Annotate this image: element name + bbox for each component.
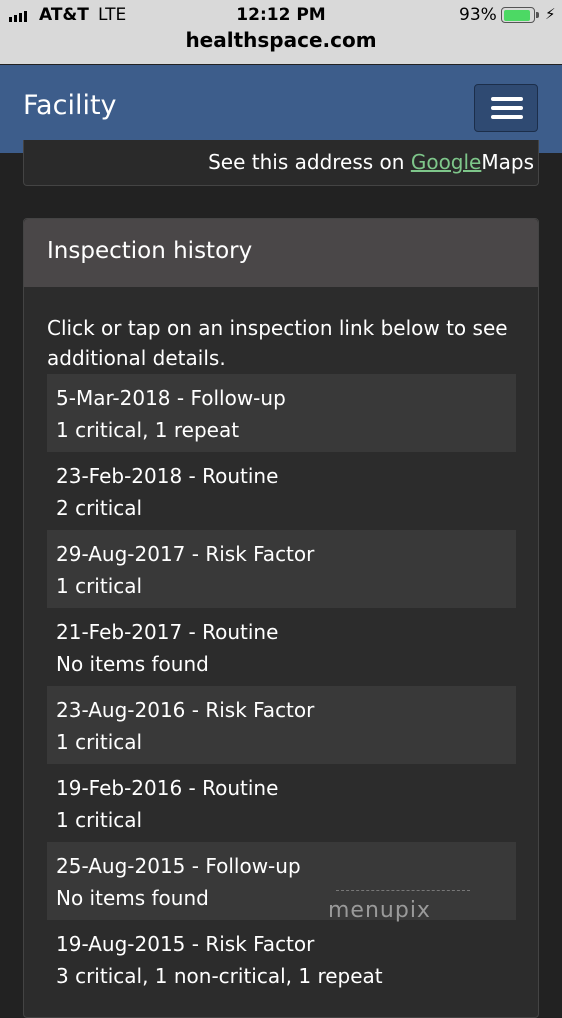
panel-heading: Inspection history	[24, 219, 538, 287]
watermark-rule	[336, 890, 470, 891]
inspection-summary: 1 critical	[56, 574, 143, 598]
inspection-summary: 1 critical	[56, 808, 143, 832]
inspection-date-type[interactable]: 19-Aug-2015 - Risk Factor	[56, 928, 507, 960]
inspection-date-type[interactable]: 5-Mar-2018 - Follow-up	[56, 382, 507, 414]
inspection-summary: 2 critical	[56, 496, 143, 520]
inspection-summary: No items found	[56, 652, 209, 676]
inspection-date-type[interactable]: 21-Feb-2017 - Routine	[56, 616, 507, 648]
bolt-icon: ⚡︎	[545, 5, 556, 23]
watermark-logo: menupix	[328, 898, 431, 923]
battery-icon	[501, 7, 539, 23]
inspection-date-type[interactable]: 19-Feb-2016 - Routine	[56, 772, 507, 804]
inspection-summary: No items found	[56, 886, 209, 910]
inspection-item[interactable]: 19-Feb-2016 - Routine 1 critical	[47, 764, 516, 842]
inspection-item[interactable]: 5-Mar-2018 - Follow-up 1 critical, 1 rep…	[47, 374, 516, 452]
inspection-item[interactable]: 19-Aug-2015 - Risk Factor 3 critical, 1 …	[47, 920, 516, 998]
inspection-summary: 1 critical, 1 repeat	[56, 418, 240, 442]
inspection-date-type[interactable]: 29-Aug-2017 - Risk Factor	[56, 538, 507, 570]
map-link-suffix: Maps	[481, 150, 534, 174]
map-link-prefix: See this address on	[208, 150, 405, 174]
panel-title: Inspection history	[47, 238, 253, 264]
inspection-item[interactable]: 29-Aug-2017 - Risk Factor 1 critical	[47, 530, 516, 608]
inspection-date-type[interactable]: 23-Aug-2016 - Risk Factor	[56, 694, 507, 726]
map-link-line: See this address on GoogleMaps	[208, 150, 534, 174]
battery-percent: 93%	[459, 5, 497, 25]
address-bar-url[interactable]: healthspace.com	[0, 28, 562, 52]
inspection-list: 5-Mar-2018 - Follow-up 1 critical, 1 rep…	[47, 374, 516, 998]
google-link[interactable]: Google	[411, 150, 482, 174]
inspection-date-type[interactable]: 23-Feb-2018 - Routine	[56, 460, 507, 492]
inspection-summary: 1 critical	[56, 730, 143, 754]
navbar-brand[interactable]: Facility	[23, 90, 117, 121]
inspection-item[interactable]: 21-Feb-2017 - Routine No items found	[47, 608, 516, 686]
inspection-date-type[interactable]: 25-Aug-2015 - Follow-up	[56, 850, 507, 882]
inspection-summary: 3 critical, 1 non-critical, 1 repeat	[56, 964, 383, 988]
intro-text: Click or tap on an inspection link below…	[47, 316, 508, 370]
inspection-item[interactable]: 23-Aug-2016 - Risk Factor 1 critical	[47, 686, 516, 764]
inspection-item[interactable]: 25-Aug-2015 - Follow-up No items found	[47, 842, 516, 920]
inspection-item[interactable]: 23-Feb-2018 - Routine 2 critical	[47, 452, 516, 530]
status-bar: AT&T LTE 12:12 PM 93% ⚡︎ healthspace.com	[0, 0, 562, 64]
menu-toggle-button[interactable]	[474, 84, 538, 132]
inspection-history-panel: Inspection history Click or tap on an in…	[23, 218, 539, 1018]
